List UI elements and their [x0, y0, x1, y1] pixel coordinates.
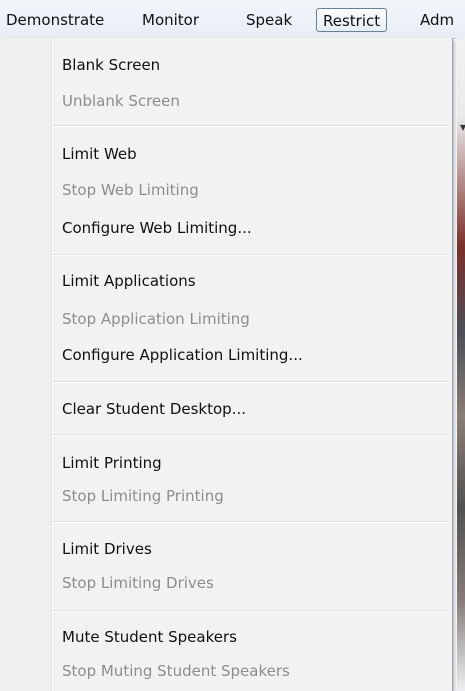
menu-monitor[interactable]: Monitor	[136, 8, 205, 32]
menu-bar: Demonstrate Monitor Speak Restrict Adm	[0, 0, 465, 39]
menu-item-stop-limiting-printing: Stop Limiting Printing	[62, 487, 224, 505]
menu-item-stop-web-limiting: Stop Web Limiting	[62, 181, 199, 199]
menu-item-limit-applications[interactable]: Limit Applications	[62, 267, 196, 295]
menu-admin[interactable]: Adm	[414, 8, 460, 32]
menu-item-stop-muting-student-speakers: Stop Muting Student Speakers	[62, 662, 290, 680]
menu-restrict[interactable]: Restrict	[316, 8, 388, 32]
menu-item-configure-web-limiting[interactable]: Configure Web Limiting...	[62, 214, 252, 242]
menu-item-limit-web[interactable]: Limit Web	[62, 140, 137, 168]
menu-separator	[52, 610, 450, 612]
menu-separator	[52, 434, 450, 436]
menu-icon-gutter	[0, 38, 53, 691]
menu-separator	[52, 125, 450, 127]
restrict-dropdown-menu: Blank Screen Unblank Screen Limit Web St…	[0, 38, 453, 691]
dropdown-arrow-icon: ▾	[459, 120, 465, 134]
menu-item-unblank-screen: Unblank Screen	[62, 92, 180, 110]
menu-item-configure-application-limiting[interactable]: Configure Application Limiting...	[62, 341, 303, 369]
menu-item-limit-printing[interactable]: Limit Printing	[62, 449, 162, 477]
menu-item-stop-application-limiting: Stop Application Limiting	[62, 310, 250, 328]
menu-demonstrate[interactable]: Demonstrate	[0, 8, 110, 32]
menu-separator	[52, 254, 450, 256]
background-window-edge: ▾	[457, 38, 465, 691]
menu-item-limit-drives[interactable]: Limit Drives	[62, 535, 152, 563]
menu-speak[interactable]: Speak	[240, 8, 298, 32]
menu-separator	[52, 381, 450, 383]
menu-item-clear-student-desktop[interactable]: Clear Student Desktop...	[62, 395, 246, 423]
menu-item-blank-screen[interactable]: Blank Screen	[62, 51, 160, 79]
menu-separator	[52, 521, 450, 523]
menu-item-stop-limiting-drives: Stop Limiting Drives	[62, 574, 214, 592]
menu-item-mute-student-speakers[interactable]: Mute Student Speakers	[62, 623, 237, 651]
